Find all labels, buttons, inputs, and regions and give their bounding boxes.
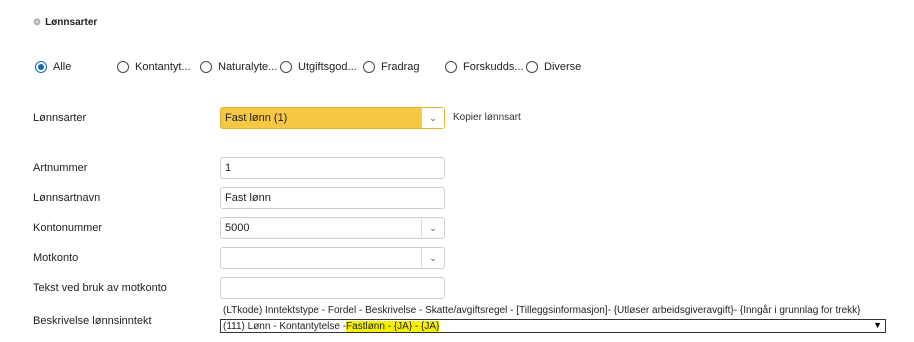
radio-dot[interactable]	[200, 61, 212, 73]
radio-dot[interactable]	[117, 61, 129, 73]
radio-fradrag[interactable]: Fradrag	[363, 61, 420, 73]
artnummer-label: Artnummer	[33, 162, 88, 174]
radio-dot[interactable]	[526, 61, 538, 73]
radio-kontantytelse[interactable]: Kontantyt...	[117, 61, 191, 73]
chevron-down-icon[interactable]: ⌄	[421, 218, 444, 238]
lonnsartnavn-label: Lønnsartnavn	[33, 192, 101, 204]
lonnsartnavn-value: Fast lønn	[225, 192, 271, 204]
radio-dot[interactable]	[35, 61, 47, 73]
tekst-motkonto-input[interactable]	[220, 277, 445, 299]
radio-utgiftsgodtgjorelse[interactable]: Utgiftsgod...	[280, 61, 357, 73]
kontonummer-dropdown[interactable]: 5000 ⌄	[220, 217, 445, 239]
radio-dot[interactable]	[363, 61, 375, 73]
section-title: ⚙ Lønnsarter	[33, 17, 97, 28]
radio-label: Alle	[53, 61, 72, 73]
kontonummer-value: 5000	[225, 222, 250, 234]
chevron-down-icon[interactable]: ⌄	[421, 108, 444, 128]
cog-icon: ⚙	[33, 17, 42, 27]
radio-alle[interactable]: Alle	[35, 61, 71, 73]
radio-forskudd[interactable]: Forskudds...	[445, 61, 524, 73]
artnummer-input[interactable]: 1	[220, 157, 445, 179]
lonnsart-dropdown-value: Fast lønn (1)	[225, 112, 288, 124]
lonnsartnavn-input[interactable]: Fast lønn	[220, 187, 445, 209]
lonnsart-dropdown[interactable]: Fast lønn (1) ⌄	[220, 107, 445, 129]
radio-dot[interactable]	[280, 61, 292, 73]
beskrivelse-format-hint: (LTkode) Inntektstype - Fordel - Beskriv…	[223, 305, 861, 316]
motkonto-label: Motkonto	[33, 252, 79, 264]
radio-label: Utgiftsgod...	[298, 61, 357, 73]
radio-label: Kontantyt...	[135, 61, 191, 73]
radio-label: Forskudds...	[463, 61, 524, 73]
chevron-down-icon[interactable]: ▼	[873, 320, 882, 330]
copy-lonnsart-button[interactable]: Kopier lønnsart	[453, 112, 521, 123]
beskrivelse-dropdown[interactable]: (111) Lønn - Kontantytelse - Fastlønn - …	[220, 319, 886, 333]
radio-label: Fradrag	[381, 61, 420, 73]
artnummer-value: 1	[225, 162, 232, 174]
radio-label: Diverse	[544, 61, 582, 73]
motkonto-dropdown[interactable]: ⌄	[220, 247, 445, 269]
beskrivelse-label: Beskrivelse lønnsinntekt	[33, 315, 152, 327]
beskrivelse-value-highlight: Fastlønn - {JA} - {JA}	[346, 320, 440, 332]
radio-label: Naturalyte...	[218, 61, 278, 73]
radio-naturalytelse[interactable]: Naturalyte...	[200, 61, 277, 73]
section-title-text: Lønnsarter	[45, 17, 98, 28]
radio-dot[interactable]	[445, 61, 457, 73]
kontonummer-label: Kontonummer	[33, 222, 103, 234]
tekst-motkonto-label: Tekst ved bruk av motkonto	[33, 282, 167, 294]
radio-diverse[interactable]: Diverse	[526, 61, 581, 73]
beskrivelse-value-prefix: (111) Lønn - Kontantytelse -	[223, 320, 347, 332]
lonnsarter-label: Lønnsarter	[33, 112, 87, 124]
chevron-down-icon[interactable]: ⌄	[421, 248, 444, 268]
